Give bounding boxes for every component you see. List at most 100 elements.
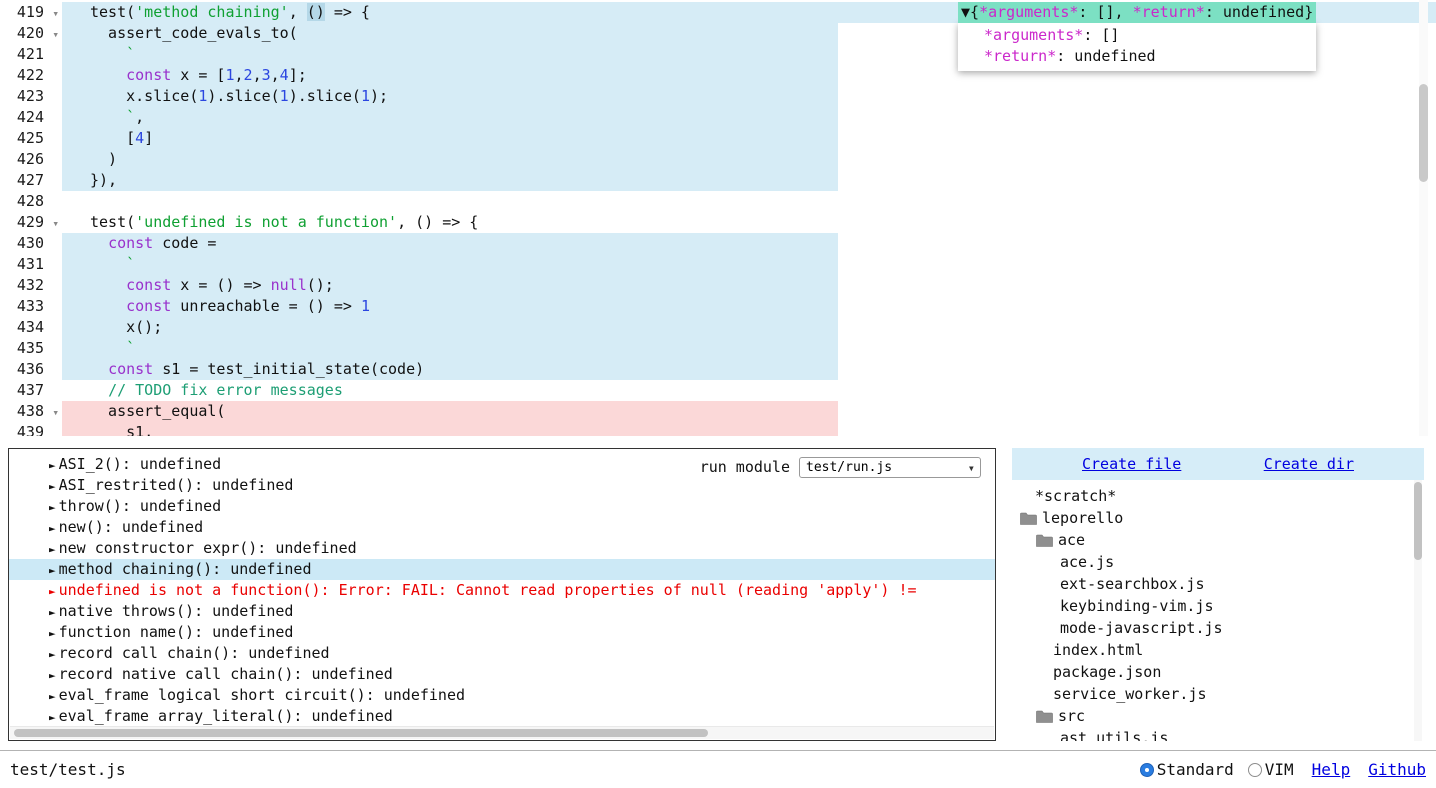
radio-selected-icon[interactable] xyxy=(1140,763,1154,777)
file-tree-item[interactable]: package.json xyxy=(1012,661,1424,683)
github-link[interactable]: Github xyxy=(1368,760,1426,779)
file-tree-folder[interactable]: src xyxy=(1012,705,1424,727)
code-token: const xyxy=(126,66,171,84)
test-result-item[interactable]: ►throw(): undefined xyxy=(9,496,995,517)
code-line[interactable]: 426 ) xyxy=(0,149,1436,170)
results-hscrollbar[interactable] xyxy=(10,726,994,739)
test-result-item[interactable]: ►native throws(): undefined xyxy=(9,601,995,622)
tooltip-row[interactable]: *arguments*: [] xyxy=(984,25,1306,46)
code-editor[interactable]: 419▾test('method chaining', () => {420▾ … xyxy=(0,0,1436,436)
expand-arrow-icon[interactable]: ► xyxy=(49,627,56,640)
file-name: index.html xyxy=(1053,641,1143,659)
test-result-item[interactable]: ►ASI_restrited(): undefined xyxy=(9,475,995,496)
code-line[interactable]: 430 const code = xyxy=(0,233,1436,254)
fold-marker-icon[interactable]: ▾ xyxy=(52,402,59,423)
test-result-item[interactable]: ►method chaining(): undefined xyxy=(9,559,995,580)
code-token: 1 xyxy=(280,87,289,105)
file-tree-item[interactable]: *scratch* xyxy=(1012,485,1424,507)
create-file-link[interactable]: Create file xyxy=(1082,455,1181,473)
file-tree-item[interactable]: ast_utils.js xyxy=(1012,727,1424,741)
test-result-item[interactable]: ►record native call chain(): undefined xyxy=(9,664,995,685)
expand-arrow-icon[interactable]: ► xyxy=(49,669,56,682)
file-tree-item[interactable]: ext-searchbox.js xyxy=(1012,573,1424,595)
line-number: 437 xyxy=(0,380,62,401)
code-token: x = [ xyxy=(171,66,225,84)
expand-arrow-icon[interactable]: ► xyxy=(49,711,56,724)
line-number: 425 xyxy=(0,128,62,149)
expand-arrow-icon[interactable]: ► xyxy=(49,522,56,535)
test-result-text: throw(): undefined xyxy=(59,497,222,515)
code-line[interactable]: 433 const unreachable = () => 1 xyxy=(0,296,1436,317)
fold-marker-icon[interactable]: ▾ xyxy=(52,213,59,234)
execution-highlight xyxy=(62,128,838,149)
code-line[interactable]: 432 const x = () => null(); xyxy=(0,275,1436,296)
keybinding-option-vim[interactable]: VIM xyxy=(1248,760,1294,779)
run-module-select[interactable]: test/run.js xyxy=(799,457,981,478)
expand-arrow-icon[interactable]: ► xyxy=(49,606,56,619)
test-result-text: eval_frame logical short circuit(): unde… xyxy=(59,686,465,704)
code-line[interactable]: 428 xyxy=(0,191,1436,212)
create-dir-link[interactable]: Create dir xyxy=(1264,455,1354,473)
test-result-item[interactable]: ►function name(): undefined xyxy=(9,622,995,643)
file-tree-item[interactable]: keybinding-vim.js xyxy=(1012,595,1424,617)
test-result-item[interactable]: ►eval_frame logical short circuit(): und… xyxy=(9,685,995,706)
test-result-item[interactable]: ►eval_frame array_literal(): undefined xyxy=(9,706,995,727)
code-line[interactable]: 431 ` xyxy=(0,254,1436,275)
files-scrollbar[interactable] xyxy=(1414,480,1422,741)
editor-scrollbar-thumb[interactable] xyxy=(1419,84,1428,182)
expand-arrow-icon[interactable]: ► xyxy=(49,459,56,472)
radio-unselected-icon[interactable] xyxy=(1248,763,1262,777)
test-result-item[interactable]: ►undefined is not a function(): Error: F… xyxy=(9,580,995,601)
file-tree-item[interactable]: index.html xyxy=(1012,639,1424,661)
results-hscrollbar-thumb[interactable] xyxy=(14,729,708,737)
code-line[interactable]: 424 `, xyxy=(0,107,1436,128)
files-scrollbar-thumb[interactable] xyxy=(1414,482,1422,560)
expand-arrow-icon[interactable]: ► xyxy=(49,480,56,493)
file-tree-folder[interactable]: leporello xyxy=(1012,507,1424,529)
code-line[interactable]: 437 // TODO fix error messages xyxy=(0,380,1436,401)
expand-arrow-icon[interactable]: ► xyxy=(49,564,56,577)
code-line[interactable]: 438▾ assert_equal( xyxy=(0,401,1436,422)
expand-arrow-icon[interactable]: ► xyxy=(49,648,56,661)
code-line[interactable]: 436 const s1 = test_initial_state(code) xyxy=(0,359,1436,380)
file-tree-item[interactable]: service_worker.js xyxy=(1012,683,1424,705)
file-tree-folder[interactable]: ace xyxy=(1012,529,1424,551)
keybinding-option-standard[interactable]: Standard xyxy=(1140,760,1234,779)
code-line[interactable]: 435 ` xyxy=(0,338,1436,359)
test-result-text: eval_frame array_literal(): undefined xyxy=(59,707,393,725)
code-text: const unreachable = () => 1 xyxy=(90,296,370,317)
editor-scrollbar[interactable] xyxy=(1419,0,1428,436)
code-text: s1, xyxy=(90,422,153,436)
file-name: ace xyxy=(1058,531,1085,549)
line-number: 421 xyxy=(0,44,62,65)
expand-arrow-icon[interactable]: ► xyxy=(49,690,56,703)
code-line[interactable]: 425 [4] xyxy=(0,128,1436,149)
code-token xyxy=(90,381,108,399)
code-text: test('method chaining', () => { xyxy=(90,2,370,23)
code-line[interactable]: 429▾test('undefined is not a function', … xyxy=(0,212,1436,233)
tooltip-row[interactable]: *return*: undefined xyxy=(984,46,1306,67)
expand-arrow-icon[interactable]: ► xyxy=(49,585,56,598)
fold-marker-icon[interactable]: ▾ xyxy=(52,24,59,45)
code-token: , xyxy=(289,3,307,21)
code-line[interactable]: 439 s1, xyxy=(0,422,1436,436)
test-result-item[interactable]: ►new(): undefined xyxy=(9,517,995,538)
code-token: : [] xyxy=(1083,26,1119,44)
file-tree-item[interactable]: ace.js xyxy=(1012,551,1424,573)
test-result-item[interactable]: ►new constructor expr(): undefined xyxy=(9,538,995,559)
file-tree-item[interactable]: mode-javascript.js xyxy=(1012,617,1424,639)
line-number: 420▾ xyxy=(0,23,62,44)
code-text: const code = xyxy=(90,233,216,254)
fold-marker-icon[interactable]: ▾ xyxy=(52,3,59,24)
code-token xyxy=(90,297,126,315)
code-line[interactable]: 434 x(); xyxy=(0,317,1436,338)
help-link[interactable]: Help xyxy=(1312,760,1351,779)
tooltip-header[interactable]: ▼{*arguments*: [], *return*: undefined} xyxy=(958,2,1316,23)
expand-arrow-icon[interactable]: ► xyxy=(49,501,56,514)
expand-arrow-icon[interactable]: ► xyxy=(49,543,56,556)
code-token: 1 xyxy=(225,66,234,84)
code-line[interactable]: 423 x.slice(1).slice(1).slice(1); xyxy=(0,86,1436,107)
execution-highlight xyxy=(62,149,838,170)
code-line[interactable]: 427}), xyxy=(0,170,1436,191)
test-result-item[interactable]: ►record call chain(): undefined xyxy=(9,643,995,664)
